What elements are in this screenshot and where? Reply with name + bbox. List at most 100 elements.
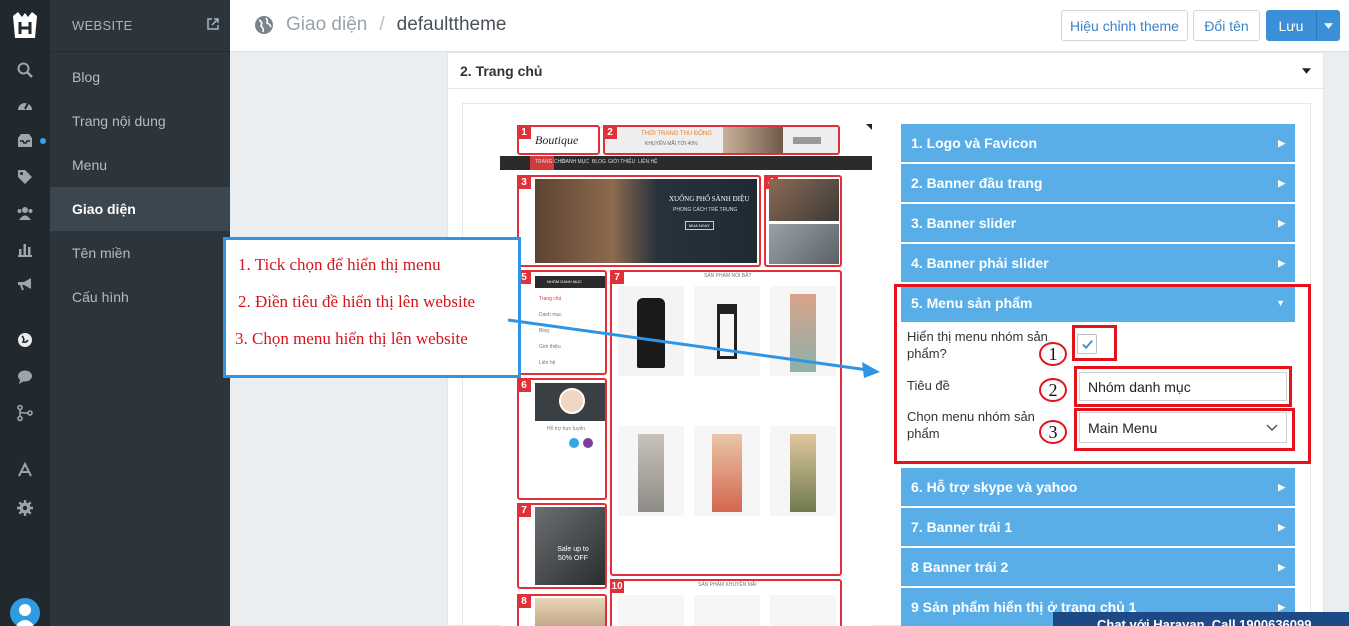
accordion-label: 1. Logo và Favicon: [911, 135, 1038, 151]
sidebar-item-pages[interactable]: Trang nội dung: [50, 99, 230, 143]
caret-right-icon: ▶: [1278, 561, 1285, 572]
git-branch-icon[interactable]: [0, 399, 50, 427]
section-title: 2. Trang chủ: [460, 62, 543, 79]
sidebar-item-label: Giao diện: [72, 201, 136, 217]
preview-zone-right-banner: 4: [764, 175, 842, 267]
accordion-header-banner[interactable]: 2. Banner đầu trang ▶: [901, 164, 1295, 202]
preview-nav-item: BLOG: [592, 159, 606, 165]
annotation-marker-1: 1: [1039, 342, 1067, 366]
accordion-logo-favicon[interactable]: 1. Logo và Favicon ▶: [901, 124, 1295, 162]
preview-zone-logo: 1 Boutique: [517, 125, 600, 155]
accordion-banner-slider[interactable]: 3. Banner slider ▶: [901, 204, 1295, 242]
preview-slider-line1: XUỐNG PHỐ SÀNH ĐIỆU: [669, 195, 750, 203]
reports-icon[interactable]: [0, 235, 50, 263]
caret-right-icon: ▶: [1278, 481, 1285, 492]
section-header[interactable]: 2. Trang chủ: [448, 53, 1323, 89]
preview-promo-title: SẢN PHẨM KHUYẾN MÃI: [698, 582, 757, 588]
chat-bubble-icon[interactable]: [0, 363, 50, 391]
dashboard-icon[interactable]: [0, 92, 50, 120]
annotation-box-title: [1074, 366, 1292, 407]
preview-slider-image: [535, 179, 757, 263]
preview-right-banner-1: [769, 179, 839, 221]
preview-product: [618, 595, 684, 626]
settings-gear-icon[interactable]: [0, 494, 50, 522]
caret-down-icon[interactable]: [1302, 67, 1311, 74]
sidebar-item-settings[interactable]: Cấu hình: [50, 275, 230, 319]
sidebar-item-themes[interactable]: Giao diện: [50, 187, 230, 231]
icon-rail: [0, 0, 50, 626]
preview-banner-line2: KHUYẾN MÃI TỚI 40%: [645, 141, 698, 147]
caret-right-icon: ▶: [1278, 257, 1285, 268]
search-icon[interactable]: [0, 56, 50, 84]
user-avatar[interactable]: [10, 598, 40, 626]
zone-number: 8: [517, 594, 531, 608]
accordion-left-banner-2[interactable]: 8 Banner trái 2 ▶: [901, 548, 1295, 586]
accordion-label: 8 Banner trái 2: [911, 559, 1009, 575]
preview-navbar: TRANG CHỦ DANH MỤC BLOG GIỚI THIỆU LIÊN …: [500, 156, 872, 170]
preview-nav-item: GIỚI THIỆU: [608, 159, 636, 165]
preview-right-banner-2: [769, 224, 839, 264]
sidebar-header-label: WEBSITE: [72, 18, 133, 33]
preview-left-banner-2-image: [535, 598, 605, 626]
preview-zone-promo-products: 10 SẢN PHẨM KHUYẾN MÃI: [610, 579, 842, 626]
chat-widget-bar[interactable]: Chat với Haravan. Call 1900636099: [1053, 612, 1349, 626]
breadcrumb-separator: /: [379, 14, 385, 35]
annotation-marker-2: 2: [1039, 378, 1067, 402]
preview-product: [770, 595, 836, 626]
caret-right-icon: ▶: [1278, 137, 1285, 148]
sidebar-item-blog[interactable]: Blog: [50, 55, 230, 99]
external-link-icon[interactable]: [206, 17, 220, 34]
callout-line-1: 1. Tick chọn để hiển thị menu: [238, 255, 441, 274]
save-dropdown-caret-icon[interactable]: [1316, 10, 1340, 41]
preview-left-banner-text: Sale up to 50% OFF: [557, 546, 589, 562]
callout-line-2: 2. Điền tiêu đề hiển thị lên website: [238, 292, 475, 311]
preview-product: [694, 595, 760, 626]
preview-support-avatar: [559, 388, 585, 414]
globe-icon: [255, 16, 273, 34]
preview-zone-slider: 3 XUỐNG PHỐ SÀNH ĐIỆU PHONG CÁCH TRẺ TRU…: [517, 175, 761, 267]
save-button-label: Lưu: [1278, 17, 1304, 34]
customers-icon[interactable]: [0, 199, 50, 227]
megaphone-icon[interactable]: [0, 270, 50, 298]
sidebar-item-label: Cấu hình: [72, 289, 129, 305]
annotation-marker-3: 3: [1039, 420, 1067, 444]
zone-number: 7: [610, 270, 624, 284]
breadcrumb-parent-link[interactable]: Giao diện: [286, 14, 367, 36]
accordion-label: 7. Banner trái 1: [911, 519, 1013, 535]
app-store-icon[interactable]: [0, 456, 50, 484]
sidebar-item-domains[interactable]: Tên miền: [50, 231, 230, 275]
zone-number-7: 7: [517, 503, 531, 517]
preview-banner-line1: THỜI TRANG THU ĐÔNG: [641, 131, 712, 137]
sidebar-item-label: Blog: [72, 69, 101, 85]
preview-nav-item: DANH MỤC: [562, 159, 589, 165]
zone-number: 6: [517, 378, 531, 392]
preview-product: [770, 426, 836, 516]
annotation-box-select: [1074, 408, 1295, 451]
preview-slider-line2: PHONG CÁCH TRẺ TRUNG: [673, 207, 738, 213]
edit-theme-button[interactable]: Hiệu chỉnh theme: [1061, 10, 1188, 41]
accordion-right-slider-banner[interactable]: 4. Banner phải slider ▶: [901, 244, 1295, 282]
preview-nav-item: TRANG CHỦ: [535, 159, 565, 165]
accordion-skype-yahoo[interactable]: 6. Hỗ trợ skype và yahoo ▶: [901, 468, 1295, 506]
save-button[interactable]: Lưu: [1266, 10, 1340, 41]
caret-right-icon: ▶: [1278, 177, 1285, 188]
online-store-icon[interactable]: [0, 326, 50, 354]
preview-product: [618, 426, 684, 516]
accordion-left-banner-1[interactable]: 7. Banner trái 1 ▶: [901, 508, 1295, 546]
accordion-label: 3. Banner slider: [911, 215, 1017, 231]
sidebar-item-menu[interactable]: Menu: [50, 143, 230, 187]
breadcrumb: Giao diện / defaulttheme: [254, 14, 506, 36]
website-sidebar: WEBSITE Blog Trang nội dung Menu Giao di…: [50, 0, 230, 626]
preview-zone-left-banner-2: 8: [517, 594, 607, 626]
caret-right-icon: ▶: [1278, 217, 1285, 228]
accordion-label: 2. Banner đầu trang: [911, 175, 1043, 191]
preview-zone-left-banner-1: 6 7 Sale up to 50% OFF: [517, 503, 607, 589]
rename-button[interactable]: Đổi tên: [1193, 10, 1260, 41]
caret-right-icon: ▶: [1278, 521, 1285, 532]
sidebar-item-label: Menu: [72, 157, 108, 173]
tag-icon[interactable]: [0, 163, 50, 191]
annotation-box-checkbox: [1072, 325, 1117, 361]
haravan-logo-icon[interactable]: [10, 8, 40, 42]
preview-corner-mark: [866, 124, 872, 130]
zone-number: 2: [603, 125, 617, 139]
